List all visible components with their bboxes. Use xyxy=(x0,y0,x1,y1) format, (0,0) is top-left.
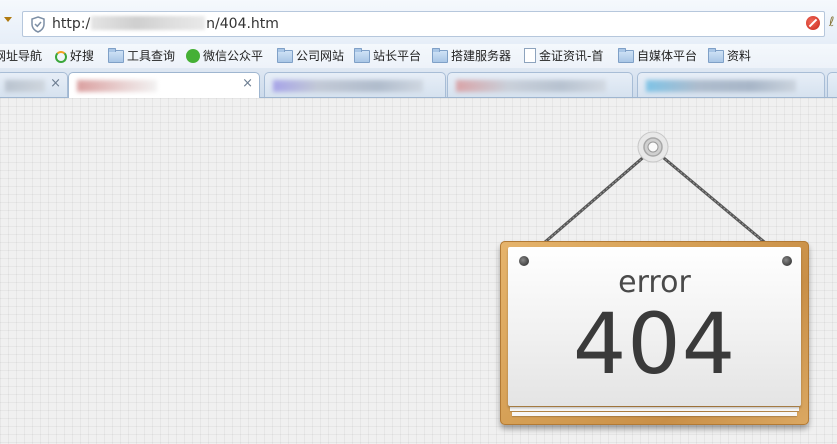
bookmark-label: 自媒体平台 xyxy=(637,49,698,63)
redacted-tab-title xyxy=(5,80,45,92)
card-edge xyxy=(512,412,797,416)
history-dropdown-icon[interactable] xyxy=(4,17,12,22)
bookmark-label: 站长平台 xyxy=(373,49,422,63)
haosou-icon xyxy=(55,51,67,63)
folder-icon xyxy=(277,48,293,63)
tab-3[interactable] xyxy=(264,72,446,97)
folder-icon xyxy=(618,48,634,63)
bookmark-web-nav[interactable]: 网址导航 xyxy=(0,47,42,65)
folder-icon xyxy=(354,48,370,63)
extension-icon[interactable]: ℓ xyxy=(829,15,834,30)
close-icon[interactable]: × xyxy=(50,77,61,91)
error-sign-board: error 404 xyxy=(500,241,809,425)
bookmark-media-platform[interactable]: 自媒体平台 xyxy=(618,47,697,65)
redacted-tab-title xyxy=(456,80,606,92)
bookmark-label: 金证资讯-首 xyxy=(539,49,604,63)
bookmark-company-site[interactable]: 公司网站 xyxy=(277,47,344,65)
bookmark-materials[interactable]: 资料 xyxy=(708,47,751,65)
redacted-domain xyxy=(91,16,206,30)
redacted-tab-title xyxy=(646,80,796,92)
url-suffix: n/404.htm xyxy=(206,16,279,32)
tab-active[interactable]: × xyxy=(68,72,260,98)
folder-icon xyxy=(708,48,724,63)
bookmark-server-setup[interactable]: 搭建服务器 xyxy=(432,47,511,65)
tab-4[interactable] xyxy=(447,72,633,97)
bookmark-haosou[interactable]: 好搜 xyxy=(55,47,94,65)
bookmark-label: 网址导航 xyxy=(0,49,43,63)
tab-5[interactable] xyxy=(637,72,825,97)
folder-icon xyxy=(432,48,448,63)
bookmark-label: 工具查询 xyxy=(127,49,176,63)
shield-icon xyxy=(31,16,45,33)
error-code: 404 xyxy=(572,295,737,393)
card-edge xyxy=(510,407,799,411)
block-icon[interactable] xyxy=(806,16,820,30)
document-icon xyxy=(524,48,536,63)
bookmarks-bar: 网址导航 好搜 工具查询 微信公众平 公司网站 站长平台 搭建服务器 金证资讯-… xyxy=(0,44,837,68)
page-content: error 404 xyxy=(0,98,837,444)
tab-1[interactable]: × xyxy=(0,72,68,97)
redacted-tab-title xyxy=(273,80,423,92)
bookmark-label: 好搜 xyxy=(70,49,95,63)
bookmark-label: 微信公众平 xyxy=(203,49,264,63)
new-tab-button[interactable] xyxy=(827,72,837,97)
address-bar-area: http:/ n/404.htm ℓ xyxy=(0,0,837,44)
bookmark-label: 资料 xyxy=(727,49,752,63)
bookmark-tool-query[interactable]: 工具查询 xyxy=(108,47,175,65)
bookmark-label: 公司网站 xyxy=(296,49,345,63)
bookmark-label: 搭建服务器 xyxy=(451,49,512,63)
close-icon[interactable]: × xyxy=(242,77,253,91)
bookmark-jinzheng-news[interactable]: 金证资讯-首 xyxy=(524,47,603,65)
url-prefix: http:/ xyxy=(52,16,91,32)
folder-icon xyxy=(108,48,124,63)
wechat-icon xyxy=(186,49,200,63)
bookmark-wechat[interactable]: 微信公众平 xyxy=(186,47,263,65)
bookmark-webmaster[interactable]: 站长平台 xyxy=(354,47,421,65)
redacted-tab-title xyxy=(77,80,157,92)
url-text: http:/ n/404.htm xyxy=(52,16,279,32)
url-field[interactable]: http:/ n/404.htm xyxy=(22,11,825,37)
tab-strip: × × xyxy=(0,68,837,98)
